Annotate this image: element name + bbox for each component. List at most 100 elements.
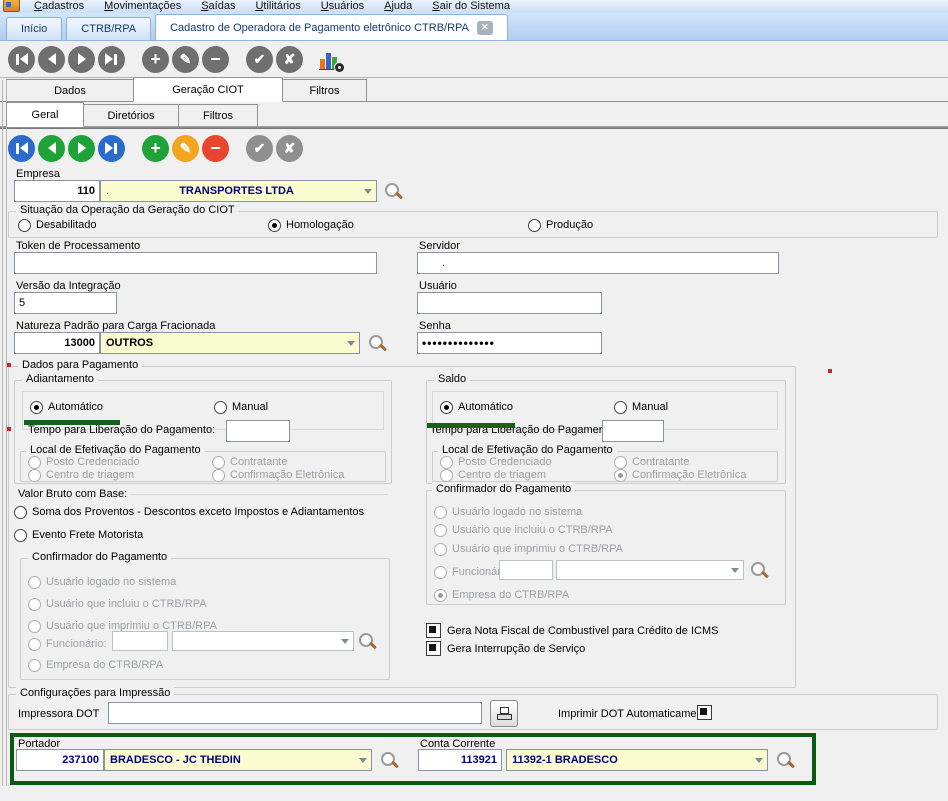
saldo-label: Saldo bbox=[434, 373, 470, 385]
radio-label: Soma dos Proventos - Descontos exceto Im… bbox=[32, 506, 364, 518]
checkbox-checked-icon bbox=[426, 623, 441, 638]
natureza-combo[interactable]: OUTROS bbox=[100, 332, 360, 354]
first-record-button[interactable] bbox=[8, 46, 35, 73]
radio-producao[interactable]: Produção bbox=[528, 218, 593, 232]
confirm-button-2[interactable]: ✔ bbox=[246, 135, 273, 162]
menu-ajuda[interactable]: Ajuda bbox=[374, 0, 422, 13]
radio-label: Empresa do CTRB/RPA bbox=[452, 589, 569, 601]
previous-record-button[interactable] bbox=[38, 46, 65, 73]
cancel-button-2[interactable]: ✘ bbox=[276, 135, 303, 162]
radio-icon-selected bbox=[434, 589, 447, 602]
tab-geracao-ciot[interactable]: Geração CIOT bbox=[133, 77, 283, 102]
confirm-button[interactable]: ✔ bbox=[246, 46, 273, 73]
radio-saldo-automatico[interactable]: Automático bbox=[440, 400, 513, 414]
portador-combo[interactable]: BRADESCO - JC THEDIN bbox=[104, 749, 372, 771]
tab-geral[interactable]: Geral bbox=[6, 102, 84, 127]
radio-evento-frete[interactable]: Evento Frete Motorista bbox=[14, 528, 143, 542]
chart-settings-button[interactable] bbox=[318, 46, 344, 72]
radio-icon bbox=[434, 506, 447, 519]
impressora-dot-input[interactable] bbox=[108, 702, 482, 724]
portador-code-input[interactable] bbox=[16, 749, 104, 771]
adiantamento-tempo-input[interactable] bbox=[226, 420, 290, 442]
radio-sal-empresa-ctrb: Empresa do CTRB/RPA bbox=[434, 588, 569, 602]
delete-button-2[interactable]: − bbox=[202, 135, 229, 162]
confirmador-adi-label: Confirmador do Pagamento bbox=[28, 551, 171, 563]
previous-record-button-2[interactable] bbox=[38, 135, 65, 162]
natureza-search-icon[interactable] bbox=[368, 334, 388, 354]
menu-usuarios[interactable]: Usuários bbox=[311, 0, 374, 13]
window-tab-cadastro-operadora[interactable]: Cadastro de Operadora de Pagamento eletr… bbox=[155, 14, 508, 40]
cancel-button[interactable]: ✘ bbox=[276, 46, 303, 73]
add-button[interactable]: + bbox=[142, 46, 169, 73]
radio-label: Usuário que imprimiu o CTRB/RPA bbox=[452, 543, 623, 555]
radio-adiantamento-automatico[interactable]: Automático bbox=[30, 400, 103, 414]
conta-combo[interactable]: 11392-1 BRADESCO bbox=[506, 749, 768, 771]
usuario-input[interactable] bbox=[417, 292, 602, 314]
portador-search-icon[interactable] bbox=[380, 751, 400, 771]
add-button-2[interactable]: + bbox=[142, 135, 169, 162]
delete-button[interactable]: − bbox=[202, 46, 229, 73]
first-record-button-2[interactable] bbox=[8, 135, 35, 162]
servidor-label: Servidor bbox=[419, 240, 460, 252]
situacao-group-label: Situação da Operação da Geração do CIOT bbox=[16, 204, 239, 216]
radio-icon bbox=[14, 506, 27, 519]
tab-label: Geração CIOT bbox=[172, 84, 244, 96]
conta-search-icon[interactable] bbox=[776, 751, 796, 771]
tab-filtros-sub[interactable]: Filtros bbox=[178, 104, 258, 126]
radio-icon-selected bbox=[268, 219, 281, 232]
edit-button-2[interactable]: ✎ bbox=[172, 135, 199, 162]
separator-line bbox=[0, 126, 948, 129]
radio-label: Usuário que incluiu o CTRB/RPA bbox=[46, 598, 207, 610]
menu-cadastros[interactable]: Cadastros bbox=[24, 0, 94, 13]
radio-icon bbox=[18, 219, 31, 232]
sal-funcionario-search-icon[interactable] bbox=[750, 561, 770, 581]
tab-filtros[interactable]: Filtros bbox=[282, 79, 367, 101]
next-record-button-2[interactable] bbox=[68, 135, 95, 162]
senha-input[interactable] bbox=[417, 332, 602, 354]
radio-icon bbox=[434, 566, 447, 579]
artifact-marker bbox=[7, 363, 11, 367]
close-icon[interactable]: ✕ bbox=[477, 21, 493, 35]
window-tab-ctrb-rpa[interactable]: CTRB/RPA bbox=[66, 17, 151, 40]
sal-funcionario-code-input bbox=[499, 560, 553, 580]
printer-page bbox=[500, 707, 509, 714]
menu-sair[interactable]: Sair do Sistema bbox=[422, 0, 520, 13]
plus-icon: + bbox=[150, 139, 161, 157]
empresa-code-input[interactable] bbox=[14, 180, 100, 202]
token-input[interactable] bbox=[14, 252, 377, 274]
empresa-combo[interactable]: . TRANSPORTES LTDA bbox=[100, 180, 377, 202]
radio-saldo-manual[interactable]: Manual bbox=[614, 400, 668, 414]
window-tab-inicio[interactable]: Início bbox=[6, 17, 62, 40]
radio-adiantamento-manual[interactable]: Manual bbox=[214, 400, 268, 414]
menu-bar: Cadastros Movimentações Saídas Utilitári… bbox=[0, 0, 948, 13]
conta-code-input[interactable] bbox=[418, 749, 502, 771]
radio-desabilitado[interactable]: Desabilitado bbox=[18, 218, 97, 232]
menu-movimentacoes[interactable]: Movimentações bbox=[94, 0, 191, 13]
last-record-button-2[interactable] bbox=[98, 135, 125, 162]
checkbox-gera-nota-fiscal[interactable]: Gera Nota Fiscal de Combustível para Cré… bbox=[426, 623, 718, 638]
checkbox-imprimir-dot[interactable] bbox=[697, 705, 712, 720]
radio-icon bbox=[28, 576, 41, 589]
natureza-code-input[interactable] bbox=[14, 332, 100, 354]
printer-button[interactable] bbox=[490, 700, 518, 727]
saldo-tempo-input[interactable] bbox=[602, 420, 664, 442]
empresa-search-icon[interactable] bbox=[384, 182, 404, 202]
radio-homologacao[interactable]: Homologação bbox=[268, 218, 354, 232]
last-record-button[interactable] bbox=[98, 46, 125, 73]
menu-utilitarios[interactable]: Utilitários bbox=[245, 0, 310, 13]
radio-soma-proventos[interactable]: Soma dos Proventos - Descontos exceto Im… bbox=[14, 505, 364, 519]
tab-diretorios[interactable]: Diretórios bbox=[83, 104, 179, 126]
next-record-button[interactable] bbox=[68, 46, 95, 73]
adi-funcionario-code-input bbox=[112, 631, 168, 651]
menu-saidas[interactable]: Saídas bbox=[191, 0, 245, 13]
versao-input[interactable] bbox=[14, 292, 117, 314]
radio-icon bbox=[28, 598, 41, 611]
window-tab-strip: Início CTRB/RPA Cadastro de Operadora de… bbox=[0, 13, 948, 41]
edit-button[interactable]: ✎ bbox=[172, 46, 199, 73]
chevron-down-icon bbox=[755, 758, 763, 763]
radio-icon bbox=[14, 529, 27, 542]
adi-funcionario-search-icon[interactable] bbox=[358, 632, 378, 652]
tab-dados[interactable]: Dados bbox=[6, 79, 134, 101]
servidor-input[interactable] bbox=[417, 252, 779, 274]
checkbox-gera-interrupcao[interactable]: Gera Interrupção de Serviço bbox=[426, 641, 585, 656]
